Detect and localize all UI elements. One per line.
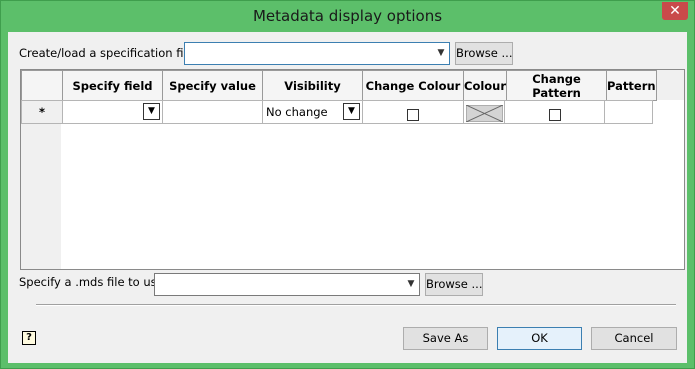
grid-header-row: Specify field Specify value Visibility C… [21, 70, 657, 101]
col-header-change-colour[interactable]: Change Colour [362, 70, 464, 101]
specify-field-dropdown-icon[interactable]: ▼ [143, 103, 160, 120]
col-header-visibility[interactable]: Visibility [262, 70, 363, 101]
cell-visibility[interactable]: No change ▼ [262, 100, 363, 124]
visibility-value: No change [266, 105, 328, 119]
cell-specify-value[interactable] [162, 100, 263, 124]
spec-file-combobox[interactable]: ▼ [184, 42, 450, 65]
spec-file-label: Create/load a specification file [19, 46, 194, 60]
col-header-colour[interactable]: Colour [462, 70, 508, 101]
ok-button[interactable]: OK [497, 327, 582, 350]
save-as-button[interactable]: Save As [403, 327, 488, 350]
separator-line [36, 304, 676, 306]
dialog-client-area: Create/load a specification file ▼ Brows… [8, 32, 687, 363]
visibility-dropdown-icon[interactable]: ▼ [343, 103, 360, 120]
col-header-specify-field[interactable]: Specify field [62, 70, 163, 101]
window-title: Metadata display options [252, 7, 443, 25]
change-colour-checkbox[interactable] [407, 108, 419, 121]
table-row: * ▼ No change ▼ [21, 100, 653, 124]
help-icon[interactable]: ? [22, 331, 36, 345]
dialog-window: Metadata display options ✕ Create/load a… [0, 0, 695, 369]
cell-pattern[interactable] [604, 100, 653, 124]
close-button[interactable]: ✕ [662, 2, 688, 20]
col-header-specify-value[interactable]: Specify value [162, 70, 263, 101]
corner-header-cell[interactable] [21, 70, 63, 101]
cell-change-pattern[interactable] [504, 100, 605, 124]
mds-file-browse-button[interactable]: Browse ... [425, 273, 483, 296]
title-bar[interactable]: Metadata display options ✕ [1, 1, 694, 32]
cell-specify-field[interactable]: ▼ [62, 100, 163, 124]
spec-file-browse-button[interactable]: Browse ... [455, 42, 513, 65]
mds-file-label: Specify a .mds file to use [19, 275, 164, 289]
cell-change-colour[interactable] [362, 100, 464, 124]
change-pattern-checkbox[interactable] [548, 108, 561, 121]
chevron-down-icon[interactable]: ▼ [436, 48, 446, 58]
grid-body[interactable] [61, 100, 684, 269]
cancel-button[interactable]: Cancel [591, 327, 677, 350]
col-header-change-pattern[interactable]: Change Pattern [506, 70, 608, 101]
cell-colour[interactable] [463, 100, 505, 124]
row-marker[interactable]: * [21, 100, 63, 124]
col-header-pattern[interactable]: Pattern [606, 70, 657, 101]
mds-file-combobox[interactable]: ▼ [154, 273, 420, 296]
chevron-down-icon[interactable]: ▼ [406, 279, 416, 289]
spec-grid: Specify field Specify value Visibility C… [20, 69, 685, 270]
empty-colour-swatch-icon[interactable] [465, 104, 503, 122]
